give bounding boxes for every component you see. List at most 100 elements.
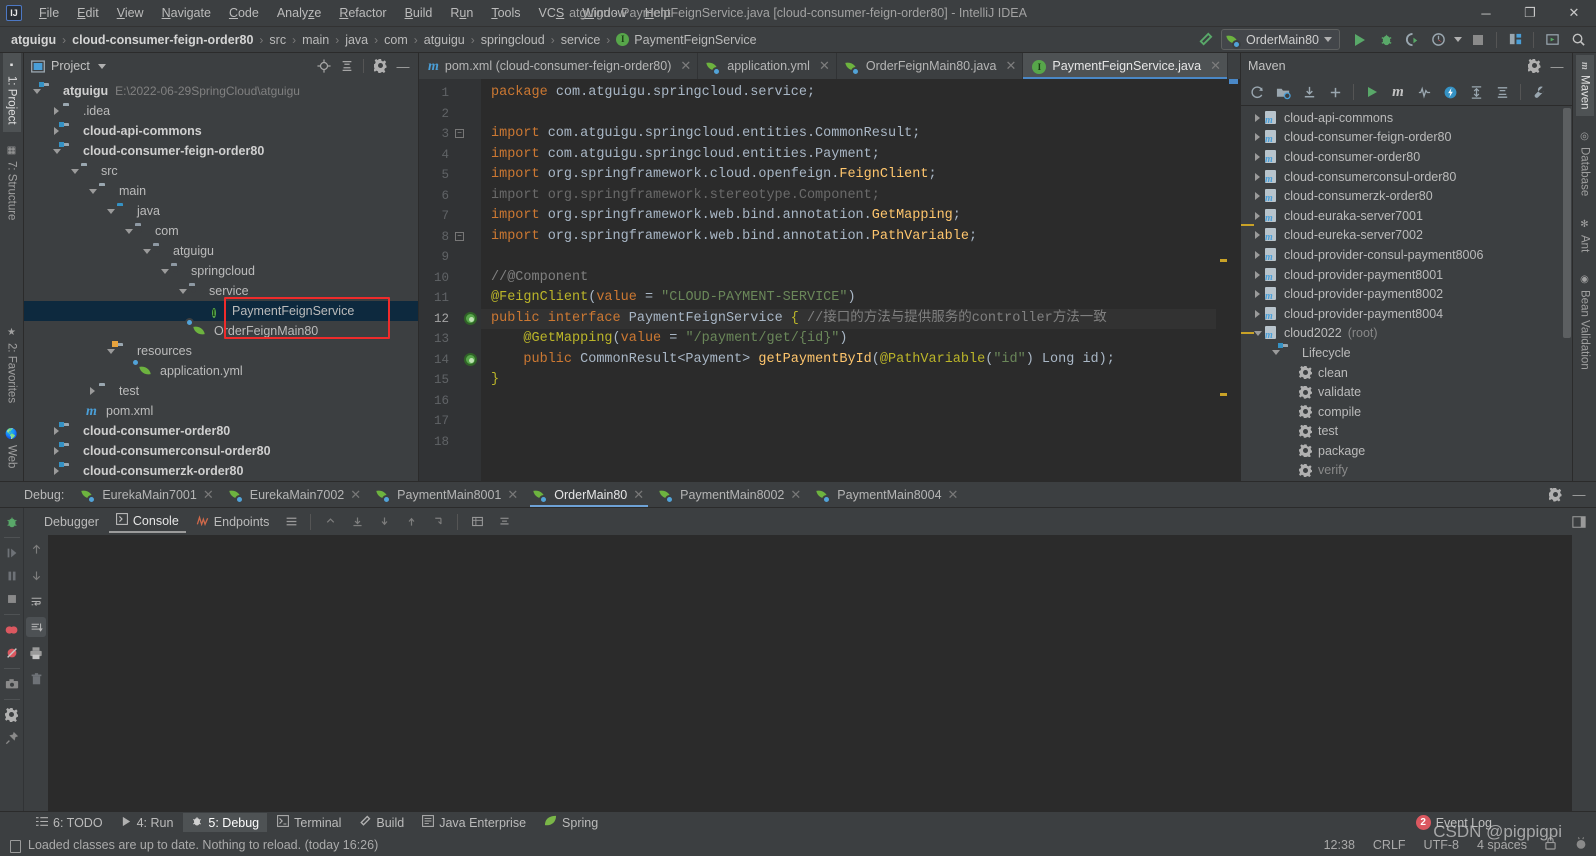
debug-subtab-debugger[interactable]: Debugger [32, 512, 106, 532]
chevron-right-icon[interactable] [1251, 211, 1264, 220]
maven-item-cloud-provider-payment8001[interactable]: m cloud-provider-payment8001 [1241, 265, 1572, 285]
maven-goal-validate[interactable]: validate [1241, 382, 1572, 402]
scrollbar-thumb[interactable] [1229, 79, 1238, 84]
settings-icon[interactable] [369, 55, 391, 77]
maven-item-cloud-consumerzk-order80[interactable]: m cloud-consumerzk-order80 [1241, 186, 1572, 206]
toolwindow-java-enterprise[interactable]: Java Enterprise [414, 813, 534, 832]
tree-item-cloud-api-commons[interactable]: cloud-api-commons [24, 121, 418, 141]
hide-icon[interactable]: — [392, 55, 414, 77]
code-fold-icon[interactable]: − [455, 129, 464, 138]
chevron-down-icon[interactable] [50, 148, 63, 154]
maven-goal-compile[interactable]: compile [1241, 402, 1572, 422]
chevron-right-icon[interactable] [1251, 290, 1264, 299]
menu-edit[interactable]: Edit [68, 2, 108, 24]
collapse-icon[interactable] [492, 511, 516, 533]
close-icon[interactable]: ✕ [507, 487, 518, 503]
tree-item-orderfeignmain80[interactable]: OrderFeignMain80 [24, 317, 418, 341]
debug-tab-paymentmain8004[interactable]: PaymentMain8004 ✕ [809, 482, 966, 507]
menu-tools[interactable]: Tools [482, 2, 529, 24]
chevron-down-icon[interactable] [176, 288, 189, 294]
collapse-all-icon[interactable] [336, 55, 358, 77]
sidebar-item-ant[interactable]: ✻ Ant [1576, 212, 1594, 259]
profiler-icon[interactable] [1426, 29, 1450, 51]
chevron-down-icon[interactable] [158, 268, 171, 274]
menu-view[interactable]: View [108, 2, 153, 24]
trash-icon[interactable] [26, 669, 46, 689]
tree-item-pom-xml[interactable]: m pom.xml [24, 401, 418, 421]
close-icon[interactable]: ✕ [819, 58, 830, 74]
maximize-button[interactable]: ❐ [1508, 0, 1552, 27]
debug-tab-paymentmain8001[interactable]: PaymentMain8001 ✕ [369, 482, 526, 507]
execute-goal-icon[interactable] [1438, 81, 1462, 103]
chevron-right-icon[interactable] [1251, 172, 1264, 181]
chevron-right-icon[interactable] [86, 387, 99, 395]
spring-endpoint-gutter-icon[interactable] [464, 352, 477, 366]
inspection-icon[interactable] [1574, 836, 1588, 853]
soft-wrap-icon[interactable] [26, 591, 46, 611]
sidebar-item-favorites[interactable]: ★ 2: Favorites [3, 320, 21, 410]
debug-subtab-console[interactable]: Console [108, 510, 186, 533]
reload-icon[interactable] [1245, 81, 1269, 103]
locate-icon[interactable] [313, 55, 335, 77]
breadcrumb-item-src[interactable]: src [266, 32, 289, 48]
project-structure-icon[interactable] [1503, 29, 1527, 51]
sidebar-item-database[interactable]: ◎ Database [1576, 124, 1594, 203]
tree-item-resources[interactable]: resources [24, 341, 418, 361]
maven-item-cloud-consumer-feign-order80[interactable]: m cloud-consumer-feign-order80 [1241, 128, 1572, 148]
close-button[interactable]: ✕ [1552, 0, 1596, 27]
chevron-right-icon[interactable] [1251, 152, 1264, 161]
pin-icon[interactable] [2, 728, 22, 748]
close-icon[interactable]: ✕ [1006, 58, 1017, 74]
hide-icon[interactable]: — [1546, 55, 1568, 77]
menu-code[interactable]: Code [220, 2, 268, 24]
settings-icon[interactable] [1523, 55, 1545, 77]
breadcrumb-item-module[interactable]: cloud-consumer-feign-order80 [69, 32, 256, 48]
menu-help[interactable]: Help [636, 2, 680, 24]
project-tree[interactable]: atguigu E:\2022-06-29SpringCloud\atguigu… [24, 79, 418, 481]
layout-settings-icon[interactable] [1568, 511, 1590, 533]
down-icon[interactable] [372, 511, 396, 533]
scroll-to-end-icon[interactable] [26, 617, 46, 637]
maven-goal-clean[interactable]: clean [1241, 363, 1572, 383]
rerun-debug-icon[interactable] [2, 512, 22, 532]
sidebar-item-structure[interactable]: ▦ 7: Structure [3, 138, 21, 227]
close-icon[interactable]: ✕ [680, 58, 691, 74]
tree-item-cloud-consumerzk-order80[interactable]: cloud-consumerzk-order80 [24, 461, 418, 481]
tree-item-main[interactable]: main [24, 181, 418, 201]
sidebar-item-bean-validation[interactable]: ◉ Bean Validation [1576, 267, 1594, 377]
table-icon[interactable] [465, 511, 489, 533]
close-icon[interactable]: ✕ [790, 487, 801, 503]
breadcrumb-item-project[interactable]: atguigu [8, 32, 59, 48]
download-icon[interactable] [345, 511, 369, 533]
hammer-icon[interactable] [1193, 29, 1217, 51]
stop-icon[interactable] [1466, 29, 1490, 51]
expand-all-icon[interactable] [1464, 81, 1488, 103]
tree-item-cloud-consumer-feign-order80[interactable]: cloud-consumer-feign-order80 [24, 141, 418, 161]
status-indent[interactable]: 4 spaces [1477, 838, 1527, 852]
download-sources-icon[interactable] [1297, 81, 1321, 103]
tree-item-com[interactable]: com [24, 221, 418, 241]
close-icon[interactable]: ✕ [1210, 58, 1221, 74]
toolwindow-todo[interactable]: 6: TODO [28, 814, 111, 832]
maven-item-cloud-consumer-order80[interactable]: m cloud-consumer-order80 [1241, 147, 1572, 167]
maven-item-cloud-consumerconsul-order80[interactable]: m cloud-consumerconsul-order80 [1241, 167, 1572, 187]
editor-gutter[interactable]: 1 2 3 − 4 5 6 7 8 − 9 10 11 12 13 14 15 … [419, 79, 481, 481]
chevron-right-icon[interactable] [1251, 250, 1264, 259]
menu-analyze[interactable]: Analyze [268, 2, 330, 24]
maven-goal-test[interactable]: test [1241, 422, 1572, 442]
chevron-right-icon[interactable] [50, 467, 63, 475]
breadcrumb-item-atguigu[interactable]: atguigu [421, 32, 468, 48]
chevron-right-icon[interactable] [1251, 192, 1264, 201]
chevron-right-icon[interactable] [50, 427, 63, 435]
close-icon[interactable]: ✕ [203, 487, 214, 503]
breadcrumb-item-main[interactable]: main [299, 32, 332, 48]
close-icon[interactable]: ✕ [350, 487, 361, 503]
chevron-down-icon[interactable] [30, 88, 43, 94]
tree-item-service[interactable]: service [24, 281, 418, 301]
debug-icon[interactable] [1374, 29, 1398, 51]
breadcrumb-item-com[interactable]: com [381, 32, 411, 48]
debug-tab-eurekamain7002[interactable]: EurekaMain7002 ✕ [222, 482, 369, 507]
sidebar-item-project[interactable]: ▪ 1: Project [2, 53, 21, 132]
chevron-right-icon[interactable] [1251, 270, 1264, 279]
chevron-right-icon[interactable] [50, 127, 63, 135]
